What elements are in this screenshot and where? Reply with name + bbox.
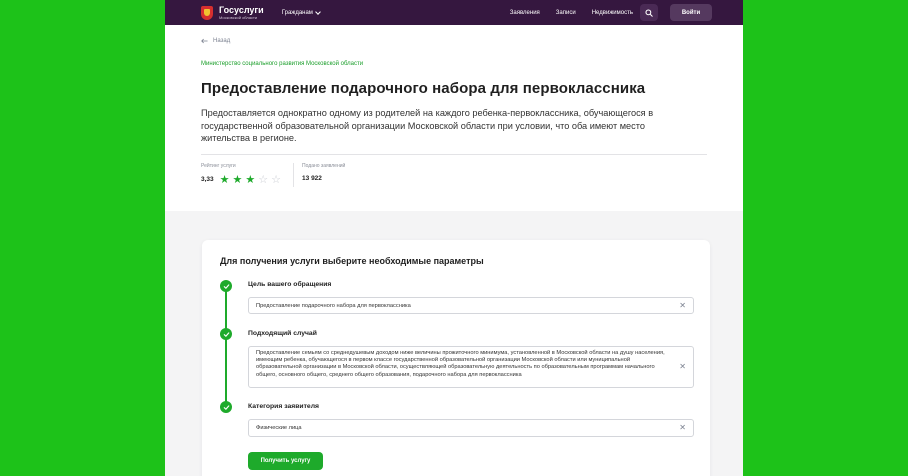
rating-stars: ★ ★ ★ ☆ ☆ (219, 173, 282, 186)
star-filled-icon: ★ (219, 173, 230, 186)
star-empty-icon: ☆ (258, 173, 269, 186)
nav-link-appointments[interactable]: Записи (556, 10, 576, 16)
steps-progress-line (225, 290, 227, 410)
star-empty-icon: ☆ (271, 173, 282, 186)
star-filled-icon: ★ (232, 173, 243, 186)
step-done-icon (220, 401, 232, 413)
applications-count: 13 922 (302, 174, 322, 182)
rating-value: 3,33 (201, 176, 214, 183)
form-title: Для получения услуги выберите необходимы… (220, 256, 484, 266)
purpose-select[interactable]: Предоставление подарочного набора для пе… (248, 297, 694, 314)
rating-block: Рейтинг услуги 3,33 ★ ★ ★ ☆ ☆ (201, 163, 281, 187)
login-button[interactable]: Войти (670, 4, 712, 21)
coat-of-arms-icon (201, 5, 213, 20)
checkmark-icon (223, 404, 229, 410)
clear-icon[interactable]: ✕ (679, 301, 686, 310)
step-label-purpose: Цель вашего обращения (248, 281, 332, 288)
step-done-icon (220, 328, 232, 340)
nav-link-real-estate[interactable]: Недвижимость (592, 10, 633, 16)
applications-label: Подано заявлений (302, 162, 346, 169)
category-select[interactable]: Физические лица ✕ (248, 419, 694, 437)
applications-block: Подано заявлений 13 922 (302, 163, 345, 187)
step-label-category: Категория заявителя (248, 403, 319, 410)
star-filled-icon: ★ (245, 173, 256, 186)
logo-subtitle: Московской области (219, 14, 258, 20)
stats-separator (293, 162, 295, 187)
case-select-value: Предоставление семьям со среднедушевым д… (256, 350, 665, 378)
gosuslugi-logo[interactable]: Госуслуги Московской области (201, 4, 264, 20)
top-navigation-bar: Госуслуги Московской области Гражданам З… (165, 0, 743, 25)
divider (201, 153, 707, 155)
step-done-icon (220, 280, 232, 292)
clear-icon[interactable]: ✕ (679, 424, 686, 432)
category-select-value: Физические лица (256, 425, 302, 431)
step-label-case: Подходящий случай (248, 330, 317, 337)
service-parameters-card: Для получения услуги выберите необходимы… (202, 240, 710, 476)
service-header: Назад Министерство социального развития … (165, 25, 743, 211)
clear-icon[interactable]: ✕ (679, 363, 686, 371)
citizens-menu[interactable]: Гражданам (281, 8, 321, 16)
page-title: Предоставление подарочного набора для пе… (201, 80, 646, 97)
logo-title: Госуслуги (219, 4, 264, 15)
purpose-select-value: Предоставление подарочного набора для пе… (256, 302, 411, 309)
nav-link-applications[interactable]: Заявления (510, 10, 540, 16)
arrow-left-icon (201, 38, 208, 44)
case-select[interactable]: Предоставление семьям со среднедушевым д… (248, 346, 694, 388)
ministry-link[interactable]: Министерство социального развития Москов… (201, 61, 707, 67)
service-stats: Рейтинг услуги 3,33 ★ ★ ★ ☆ ☆ Подано заявлен… (201, 162, 707, 187)
checkmark-icon (223, 283, 229, 289)
chevron-down-icon (315, 8, 321, 15)
search-icon (645, 8, 653, 17)
rating-label: Рейтинг услуги (201, 162, 236, 169)
search-button[interactable] (640, 4, 658, 21)
service-description: Предоставляется однократно одному из род… (201, 108, 654, 143)
checkmark-icon (223, 331, 229, 337)
back-link-label: Назад (213, 38, 231, 44)
header-nav: Заявления Записи Недвижимость (510, 0, 633, 25)
get-service-button[interactable]: Получить услугу (248, 452, 323, 470)
gosuslugi-page: Госуслуги Московской области Гражданам З… (165, 0, 743, 476)
citizens-menu-label: Гражданам (281, 9, 313, 16)
back-link[interactable]: Назад (201, 38, 707, 44)
